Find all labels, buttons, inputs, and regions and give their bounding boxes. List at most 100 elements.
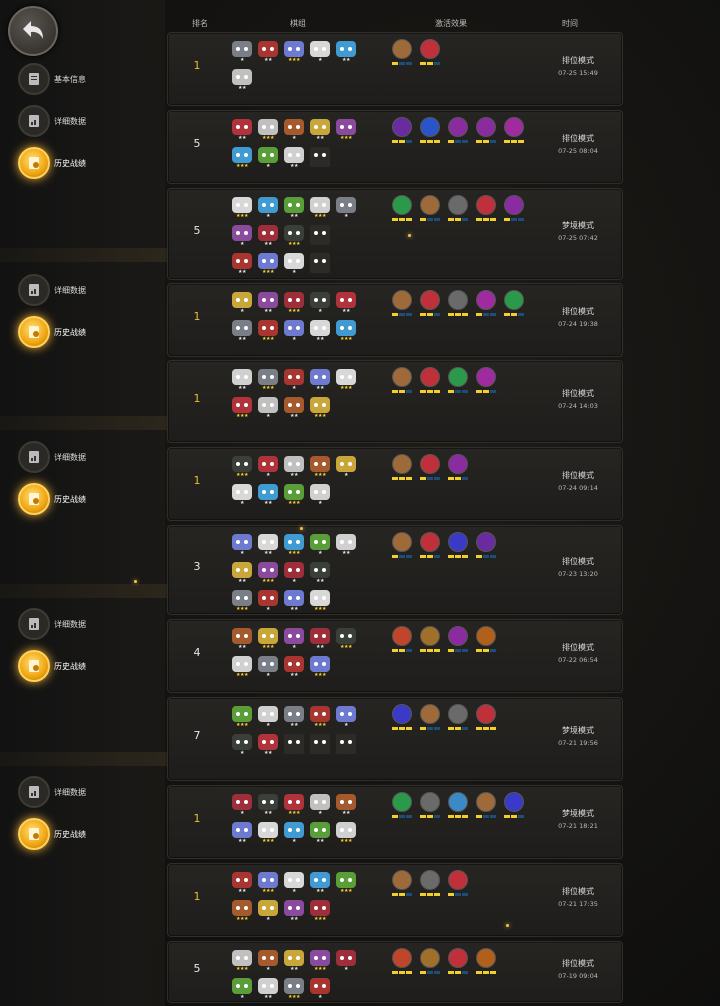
unit-icon: ★ (232, 534, 252, 556)
empty-slot (310, 253, 330, 273)
stats-icon (18, 274, 50, 306)
unit-icon: ★★★ (284, 225, 304, 247)
match-row[interactable]: 4 ★★ ★★★ ★ ★★ ★★★ ★★★ ★ ★★ ★★★ 排位模式 07-22 06:54 (167, 619, 623, 693)
unit-icon: ★★ (258, 225, 278, 247)
star-rating: ★★ (316, 644, 324, 650)
star-rating: ★ (292, 336, 296, 342)
trait-icon (476, 195, 496, 221)
star-rating: ★★ (264, 241, 272, 247)
star-rating: ★★ (264, 308, 272, 314)
lineup: ★★★★★★★★★★★★★★★★★ (232, 456, 362, 512)
sidebar-item-history[interactable]: 历史战绩 (18, 817, 86, 851)
star-rating: ★ (266, 163, 270, 169)
unit-icon: ★ (284, 562, 304, 584)
star-rating: ★★★ (236, 413, 248, 419)
star-rating: ★★ (316, 888, 324, 894)
trait-icon (392, 195, 412, 221)
sidebar-item-label: 详细数据 (54, 619, 86, 629)
match-row[interactable]: 5 ★★★ ★ ★★ ★★★ ★ ★ ★★ ★★★ ★ 排位模式 07-19 09:04 (167, 941, 623, 1003)
sidebar-item-detail[interactable]: 详细数据 (18, 607, 86, 641)
unit-icon: ★ (232, 794, 252, 816)
game-mode: 排位模式 (562, 388, 594, 398)
match-row[interactable]: 1 ★ ★★ ★★★ ★ ★★ ★★ ★★★ ★ ★★ ★★★ 梦境模式 07-21 18:21 (167, 785, 623, 859)
star-rating: ★ (318, 994, 322, 1000)
unit-icon: ★★ (310, 369, 330, 391)
match-row[interactable]: 7 ★★★ ★ ★★ ★★★ ★ ★ ★★ 梦境模式 07-21 19:56 (167, 697, 623, 781)
back-arrow-icon (23, 21, 43, 39)
sidebar-item-history[interactable]: 历史战绩 (18, 146, 86, 180)
unit-icon: ★★ (284, 147, 304, 169)
unit-icon: ★★★ (232, 197, 252, 219)
mode-time-cell: 排位模式 07-24 19:38 (538, 306, 618, 328)
sidebar-item-detail[interactable]: 详细数据 (18, 104, 86, 138)
match-rank: 7 (193, 729, 201, 742)
match-row[interactable]: 1 ★★ ★★★ ★ ★★ ★★★ ★★★ ★ ★★ ★★★ 排位模式 07-21 17:35 (167, 863, 623, 937)
unit-icon: ★★ (232, 253, 252, 275)
star-rating: ★★ (264, 550, 272, 556)
match-row[interactable]: 5 ★★ ★★★ ★ ★★ ★★★ ★★★ ★ ★★ 排位模式 07-25 08:04 (167, 110, 623, 184)
unit-icon: ★★ (284, 197, 304, 219)
active-traits (392, 532, 496, 558)
trait-icon (476, 792, 496, 818)
trait-icon (448, 290, 468, 316)
unit-icon: ★ (232, 225, 252, 247)
unit-icon: ★ (284, 119, 304, 141)
sidebar-item-history[interactable]: 历史战绩 (18, 649, 86, 683)
match-row[interactable]: 1 ★★ ★★★ ★ ★★ ★★★ ★★★ ★ ★★ ★★★ 排位模式 07-24 14:03 (167, 360, 623, 443)
unit-icon: ★★ (258, 978, 278, 1000)
unit-icon: ★★ (310, 119, 330, 141)
star-rating: ★★★ (262, 336, 274, 342)
game-mode: 排位模式 (562, 134, 594, 143)
star-rating: ★★ (238, 838, 246, 844)
unit-icon: ★ (284, 822, 304, 844)
trait-icon (448, 792, 468, 818)
stats-icon (18, 608, 50, 640)
unit-icon: ★★ (284, 656, 304, 678)
trait-icon (476, 626, 496, 652)
active-traits (392, 792, 524, 818)
sparkle (134, 580, 137, 583)
sidebar-item-history[interactable]: 历史战绩 (18, 315, 86, 349)
trait-icon (504, 117, 524, 143)
sidebar-item-label: 详细数据 (54, 116, 86, 126)
trait-icon (392, 704, 412, 730)
sidebar-item-detail[interactable]: 详细数据 (18, 273, 86, 307)
trait-icon (420, 454, 440, 480)
match-row[interactable]: 5 ★★★ ★ ★★ ★★★ ★ ★ ★★ ★★★ ★★ ★★★ ★ 梦境模式 07-25 07:42 (167, 188, 623, 280)
star-rating: ★★ (264, 57, 272, 63)
unit-icon: ★ (258, 656, 278, 678)
trait-icon (448, 948, 468, 974)
star-rating: ★ (292, 135, 296, 141)
unit-icon: ★ (258, 706, 278, 728)
stats-icon (18, 105, 50, 137)
match-rank: 1 (193, 59, 201, 72)
star-rating: ★★★ (236, 606, 248, 612)
lineup: ★★★★★★★★★★★★★★★★★★★★ (232, 794, 362, 850)
unit-icon: ★★ (310, 628, 330, 650)
star-rating: ★★ (316, 838, 324, 844)
sidebar-item-detail[interactable]: 详细数据 (18, 440, 86, 474)
unit-icon: ★★★ (258, 369, 278, 391)
match-row[interactable]: 3 ★ ★★ ★★★ ★ ★★ ★★ ★★★ ★ ★★ ★★★ ★ ★★ ★★★ 排位模式 07-23 13:… (167, 525, 623, 615)
sidebar-item-history[interactable]: 历史战绩 (18, 482, 86, 516)
sidebar-item-basic[interactable]: 基本信息 (18, 62, 86, 96)
unit-icon: ★ (232, 484, 252, 506)
match-row[interactable]: 1 ★ ★★ ★★★ ★ ★★ ★★ ★★★ ★ ★★ ★★★ 排位模式 07-24 19:38 (167, 283, 623, 357)
back-button[interactable] (8, 6, 58, 56)
match-row[interactable]: 1 ★★★ ★ ★★ ★★★ ★ ★ ★★ ★★★ ★ 排位模式 07-24 09:14 (167, 447, 623, 521)
unit-icon: ★★ (232, 822, 252, 844)
star-rating: ★★ (316, 336, 324, 342)
trait-icon (392, 532, 412, 558)
star-rating: ★ (292, 269, 296, 275)
match-time: 07-24 14:03 (558, 401, 598, 410)
unit-icon: ★★ (258, 734, 278, 756)
unit-icon: ★★★ (258, 119, 278, 141)
match-rank: 3 (193, 560, 201, 573)
star-rating: ★★ (290, 966, 298, 972)
match-rank: 5 (193, 137, 201, 150)
match-row[interactable]: 1 ★ ★★ ★★★ ★ ★★ ★★ 排位模式 07-25 15:49 (167, 32, 623, 106)
unit-icon: ★★★ (284, 484, 304, 506)
star-rating: ★★★ (288, 550, 300, 556)
sidebar-item-detail[interactable]: 详细数据 (18, 775, 86, 809)
star-rating: ★★ (290, 916, 298, 922)
